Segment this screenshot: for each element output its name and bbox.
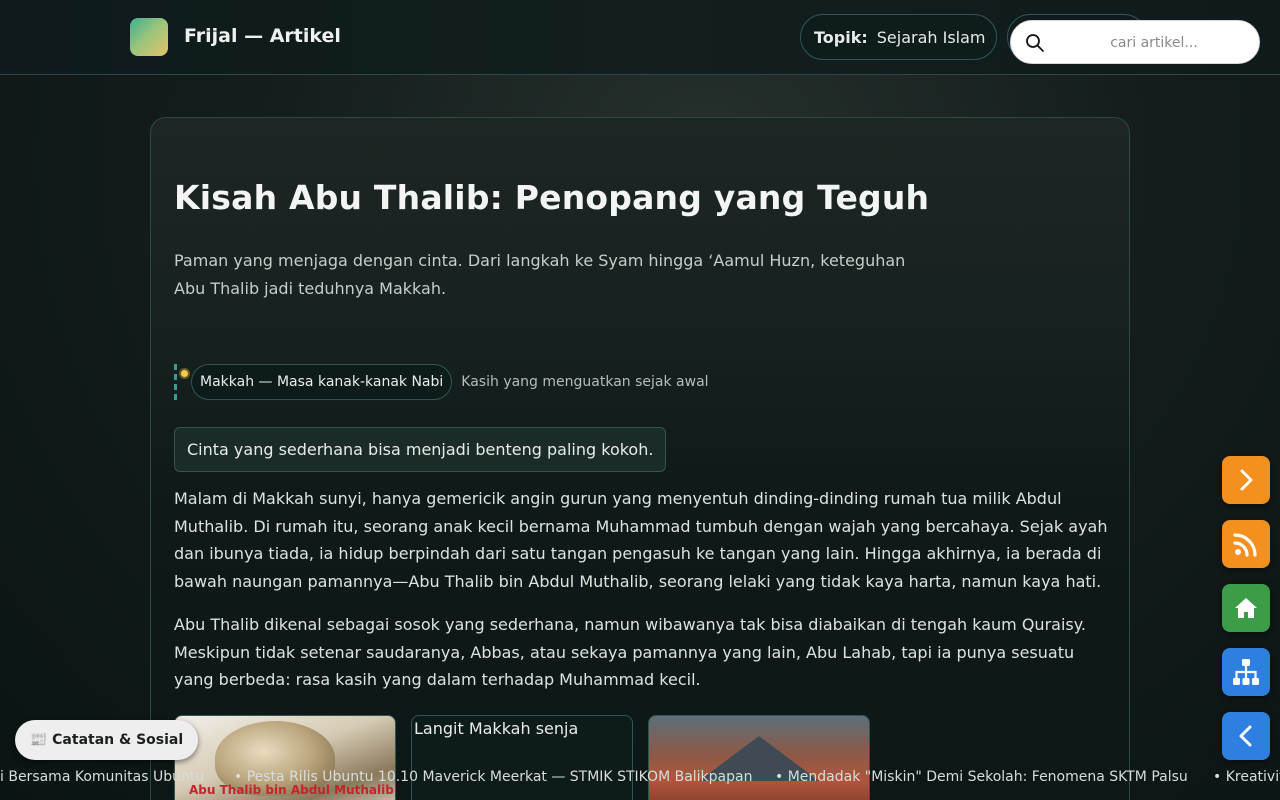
- rss-icon: [1233, 533, 1257, 557]
- ticker-item[interactable]: • Pesta Rilis Ubuntu 10.10 Maverick Meer…: [234, 769, 752, 785]
- timeline-note: Kasih yang menguatkan sejak awal: [461, 374, 709, 390]
- chevron-right-icon: [1240, 469, 1253, 491]
- ticker-item[interactable]: • Kreativit: [1213, 769, 1280, 785]
- home-icon: [1235, 598, 1257, 618]
- news-ticker: i Bersama Komunitas Ubuntu • Pesta Rilis…: [0, 766, 1280, 790]
- timeline-marker: Makkah — Masa kanak-kanak Nabi Kasih yan…: [174, 364, 709, 400]
- topic-selector[interactable]: Topik: Sejarah Islam: [800, 14, 997, 60]
- chevron-left-icon: [1239, 725, 1252, 747]
- image-alt-text: Langit Makkah senja: [414, 719, 579, 738]
- ticker-item[interactable]: • Mendadak "Miskin" Demi Sekolah: Fenome…: [775, 769, 1188, 785]
- article-paragraph: Malam di Makkah sunyi, hanya gemericik a…: [174, 489, 1108, 591]
- article-card: Kisah Abu Thalib: Penopang yang Teguh Pa…: [150, 117, 1130, 800]
- notes-social-button[interactable]: 📰 Catatan & Sosial: [15, 720, 198, 760]
- timeline-dot: [179, 368, 190, 379]
- search-icon: [1026, 34, 1044, 52]
- topic-value: Sejarah Islam: [876, 27, 986, 47]
- article-subtitle: Paman yang menjaga dengan cinta. Dari la…: [174, 251, 906, 298]
- ticker-item[interactable]: i Bersama Komunitas Ubuntu: [0, 769, 204, 785]
- site-logo[interactable]: [130, 18, 168, 56]
- top-navbar: Frijal — Artikel Topik: Sejarah Islam: [0, 0, 1280, 75]
- home-button[interactable]: [1222, 584, 1270, 632]
- timeline-line: [174, 364, 177, 400]
- search-box[interactable]: [1010, 20, 1260, 64]
- rss-button[interactable]: [1222, 520, 1270, 568]
- next-article-button[interactable]: [1222, 456, 1270, 504]
- timeline-location-pill: Makkah — Masa kanak-kanak Nabi: [191, 364, 453, 400]
- previous-article-button[interactable]: [1222, 712, 1270, 760]
- topic-label: Topik:: [814, 27, 868, 47]
- search-input[interactable]: [1059, 29, 1249, 57]
- sitemap-button[interactable]: [1222, 648, 1270, 696]
- article-title: Kisah Abu Thalib: Penopang yang Teguh: [174, 178, 930, 217]
- sitemap-icon: [1233, 659, 1259, 685]
- site-brand[interactable]: Frijal — Artikel: [184, 25, 341, 47]
- article-paragraph: Abu Thalib dikenal sebagai sosok yang se…: [174, 615, 1086, 690]
- pull-quote: Cinta yang sederhana bisa menjadi benten…: [174, 427, 666, 472]
